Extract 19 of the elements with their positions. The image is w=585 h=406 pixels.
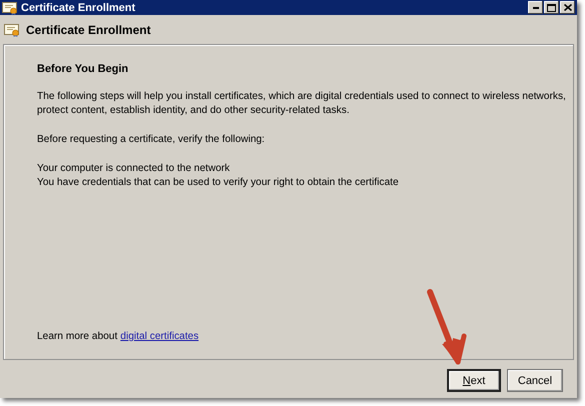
certificate-icon xyxy=(4,22,20,36)
wizard-title: Certificate Enrollment xyxy=(26,22,151,36)
checklist-item: You have credentials that can be used to verify your right to obtain the certificate xyxy=(37,176,400,190)
minimize-icon xyxy=(532,6,538,8)
checklist-item: Your computer is connected to the network xyxy=(37,162,231,176)
next-button[interactable]: Next xyxy=(447,369,501,392)
maximize-icon xyxy=(547,4,556,12)
cancel-button[interactable]: Cancel xyxy=(507,369,563,392)
learn-more-text: Learn more about xyxy=(37,331,118,342)
maximize-button[interactable] xyxy=(544,1,559,14)
window-title: Certificate Enrollment xyxy=(21,2,136,14)
close-icon xyxy=(564,4,572,11)
certificate-icon xyxy=(2,0,18,14)
digital-certificates-link[interactable]: digital certificates xyxy=(120,331,199,342)
paragraph: The following steps will help you install certificates, which are digital credentials used to connect to wireless networks, protect content, establish identity, and do other security-related tasks. xyxy=(37,90,567,118)
minimize-button[interactable] xyxy=(528,1,543,14)
close-button[interactable] xyxy=(560,1,575,14)
paragraph: Before requesting a certificate, verify the following: xyxy=(37,133,266,147)
page-heading: Before You Begin xyxy=(37,63,130,75)
